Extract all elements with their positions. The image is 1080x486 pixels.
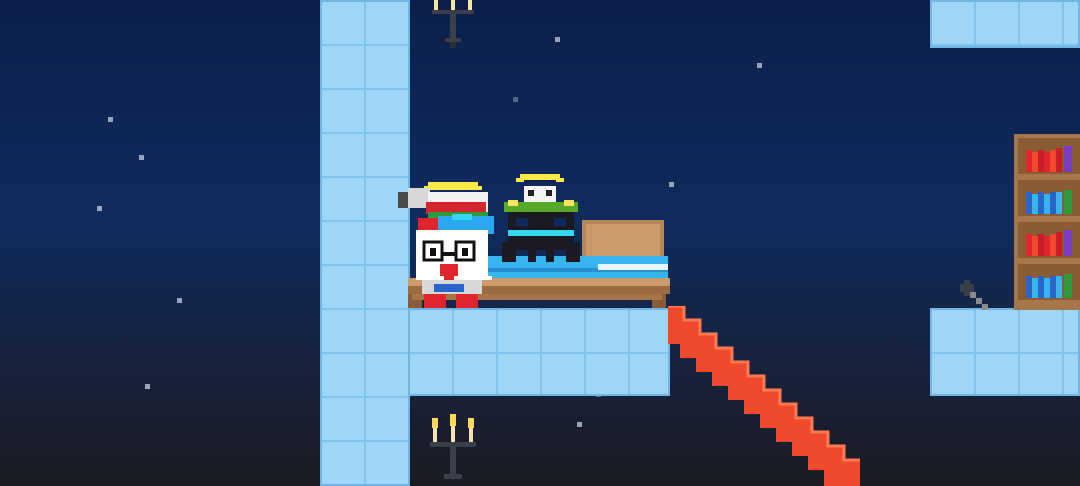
star <box>669 182 674 187</box>
angel-cat-player <box>398 182 494 308</box>
star <box>555 37 560 42</box>
star <box>757 63 762 68</box>
red-staircase <box>668 306 860 486</box>
star <box>145 384 150 389</box>
star <box>577 422 582 427</box>
star <box>139 155 144 160</box>
hammer <box>960 280 988 310</box>
star <box>108 117 113 122</box>
ice-platform-main <box>408 308 670 396</box>
star <box>97 206 102 211</box>
bookshelf <box>1014 134 1080 310</box>
star <box>513 97 518 102</box>
game-scene <box>0 0 1080 486</box>
star <box>177 298 182 303</box>
ice-ledge-top-right <box>930 0 1080 48</box>
candelabra-bottom <box>430 414 476 479</box>
ice-wall-column <box>320 0 410 486</box>
angel-cat-companion <box>502 174 580 262</box>
candelabra-top <box>432 0 474 48</box>
ice-platform-right <box>930 308 1080 396</box>
